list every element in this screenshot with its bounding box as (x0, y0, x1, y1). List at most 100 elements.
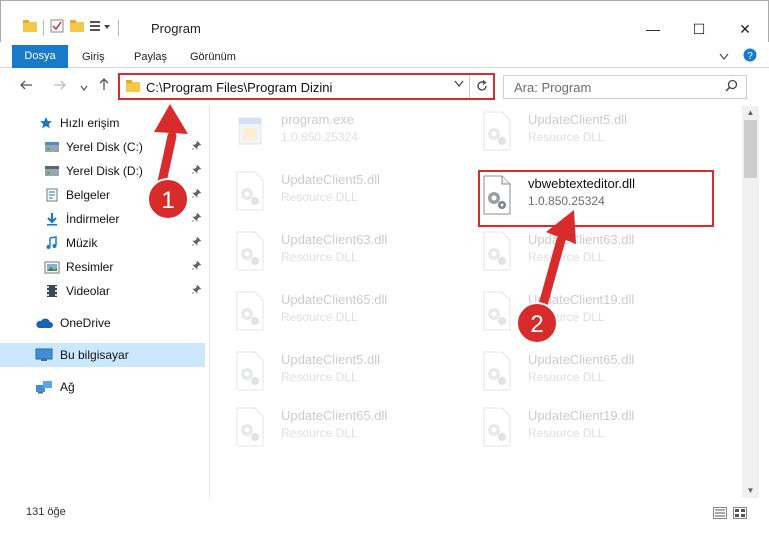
maximize-button[interactable]: ☐ (676, 15, 722, 43)
dll-file-icon (236, 351, 264, 391)
help-icon[interactable]: ? (743, 48, 757, 65)
search-placeholder[interactable]: Ara: Program (514, 80, 591, 95)
file-item[interactable]: UpdateClient65.dll Resource DLL (458, 346, 688, 402)
back-button[interactable] (16, 76, 36, 96)
network-icon (34, 379, 54, 395)
file-item[interactable]: UpdateClient63.dll Resource DLL (458, 226, 688, 282)
properties-icon[interactable] (50, 19, 64, 36)
forward-arrow-icon (54, 80, 66, 90)
address-path[interactable]: C:\Program Files\Program Dizini (146, 80, 332, 95)
pin-icon (191, 164, 202, 177)
tab-file[interactable]: Dosya (12, 45, 68, 68)
file-description: Resource DLL (281, 370, 358, 384)
file-name: UpdateClient65.dll (281, 292, 388, 307)
sidebar-item-downloads[interactable]: İndirmeler (0, 207, 205, 231)
sidebar-item-network[interactable]: Ağ (0, 375, 205, 399)
expand-ribbon-icon[interactable] (719, 50, 729, 64)
sidebar-item-local-disk-c[interactable]: Yerel Disk (C:) (0, 135, 205, 159)
sidebar-item-local-disk-d[interactable]: Yerel Disk (D:) (0, 159, 205, 183)
customize-toolbar-icon[interactable] (90, 20, 112, 35)
refresh-icon (476, 80, 487, 91)
drive-icon (44, 139, 60, 155)
refresh-button[interactable] (469, 75, 493, 98)
address-bar[interactable]: C:\Program Files\Program Dizini (118, 73, 495, 100)
title-bar: Program — ☐ ✕ (0, 0, 769, 42)
pin-icon (191, 284, 202, 297)
tab-share[interactable]: Paylaş (134, 46, 167, 68)
pictures-icon (44, 259, 60, 275)
file-version: 1.0.850.25324 (281, 130, 358, 144)
file-item[interactable]: UpdateClient5.dll Resource DLL (458, 106, 688, 162)
sidebar-item-videos[interactable]: Videolar (0, 279, 205, 303)
file-description: Resource DLL (528, 370, 605, 384)
file-name: UpdateClient5.dll (528, 112, 628, 127)
dll-file-icon (483, 231, 511, 271)
dll-file-icon (483, 351, 511, 391)
scroll-thumb[interactable] (744, 120, 757, 178)
address-history-button[interactable] (454, 79, 464, 91)
details-view-icon[interactable] (713, 507, 727, 522)
file-name: program.exe (281, 112, 354, 127)
file-item[interactable]: UpdateClient65.dll Resource DLL (211, 286, 441, 342)
minimize-button[interactable]: — (630, 15, 676, 43)
close-button[interactable]: ✕ (722, 15, 768, 43)
search-box[interactable]: Ara: Program (503, 75, 747, 99)
file-item[interactable]: UpdateClient5.dll Resource DLL (211, 346, 441, 402)
scroll-down-button[interactable]: ▼ (742, 484, 759, 498)
view-switcher (713, 507, 747, 522)
sidebar-item-label: Bu bilgisayar (60, 348, 129, 362)
sidebar-item-documents[interactable]: Belgeler (0, 183, 205, 207)
sidebar-item-label: Ağ (60, 380, 75, 394)
search-icon (725, 79, 738, 95)
item-count: 131 öğe (26, 506, 66, 518)
separator (43, 19, 44, 36)
up-button[interactable] (94, 76, 114, 96)
sidebar-item-label: Yerel Disk (C:) (66, 140, 143, 154)
file-description: Resource DLL (281, 250, 358, 264)
file-item[interactable]: UpdateClient63.dll Resource DLL (211, 226, 441, 282)
new-folder-icon[interactable] (70, 20, 84, 35)
tab-view[interactable]: Görünüm (190, 46, 236, 68)
pin-icon (191, 236, 202, 249)
file-item[interactable]: UpdateClient5.dll Resource DLL (211, 166, 441, 222)
sidebar-item-quick-access[interactable]: Hızlı erişim (0, 111, 205, 135)
folder-icon (23, 20, 37, 35)
pin-icon (191, 212, 202, 225)
file-description: Resource DLL (281, 310, 358, 324)
file-description: Resource DLL (528, 426, 605, 440)
drive-icon (44, 163, 60, 179)
dll-file-icon (483, 111, 511, 151)
file-item[interactable]: UpdateClient65.dll Resource DLL (211, 402, 441, 458)
tab-home[interactable]: Giriş (82, 46, 105, 68)
sidebar-item-label: Videolar (66, 284, 110, 298)
file-item[interactable]: UpdateClient19.dll Resource DLL (458, 402, 688, 458)
dll-file-icon (236, 231, 264, 271)
large-icons-view-icon[interactable] (733, 507, 747, 522)
sidebar-item-onedrive[interactable]: OneDrive (0, 311, 205, 335)
documents-icon (44, 187, 60, 203)
recent-locations-button[interactable] (74, 76, 94, 96)
forward-button[interactable] (50, 76, 70, 96)
music-icon (44, 235, 60, 251)
computer-icon (34, 347, 54, 363)
vertical-scrollbar[interactable]: ▲ ▼ (742, 106, 759, 498)
file-name: UpdateClient5.dll (281, 352, 381, 367)
file-item[interactable]: UpdateClient19.dll Resource DLL (458, 286, 688, 342)
folder-icon (126, 79, 140, 95)
chevron-down-icon (454, 80, 464, 88)
scroll-up-button[interactable]: ▲ (742, 106, 759, 120)
cloud-icon (34, 315, 54, 331)
ribbon: Dosya Giriş Paylaş Görünüm ? (0, 42, 769, 68)
status-bar: 131 öğe (0, 500, 769, 526)
dll-file-icon (236, 291, 264, 331)
back-arrow-icon (20, 80, 32, 90)
file-name: UpdateClient19.dll (528, 292, 635, 307)
window-title: Program (151, 21, 201, 36)
dll-file-icon (483, 407, 511, 447)
sidebar-item-pictures[interactable]: Resimler (0, 255, 205, 279)
file-item[interactable]: program.exe 1.0.850.25324 (211, 106, 441, 162)
sidebar-item-music[interactable]: Müzik (0, 231, 205, 255)
file-name: UpdateClient5.dll (281, 172, 381, 187)
sidebar-item-this-pc[interactable]: Bu bilgisayar (0, 343, 205, 367)
sidebar-item-label: Müzik (66, 236, 98, 250)
